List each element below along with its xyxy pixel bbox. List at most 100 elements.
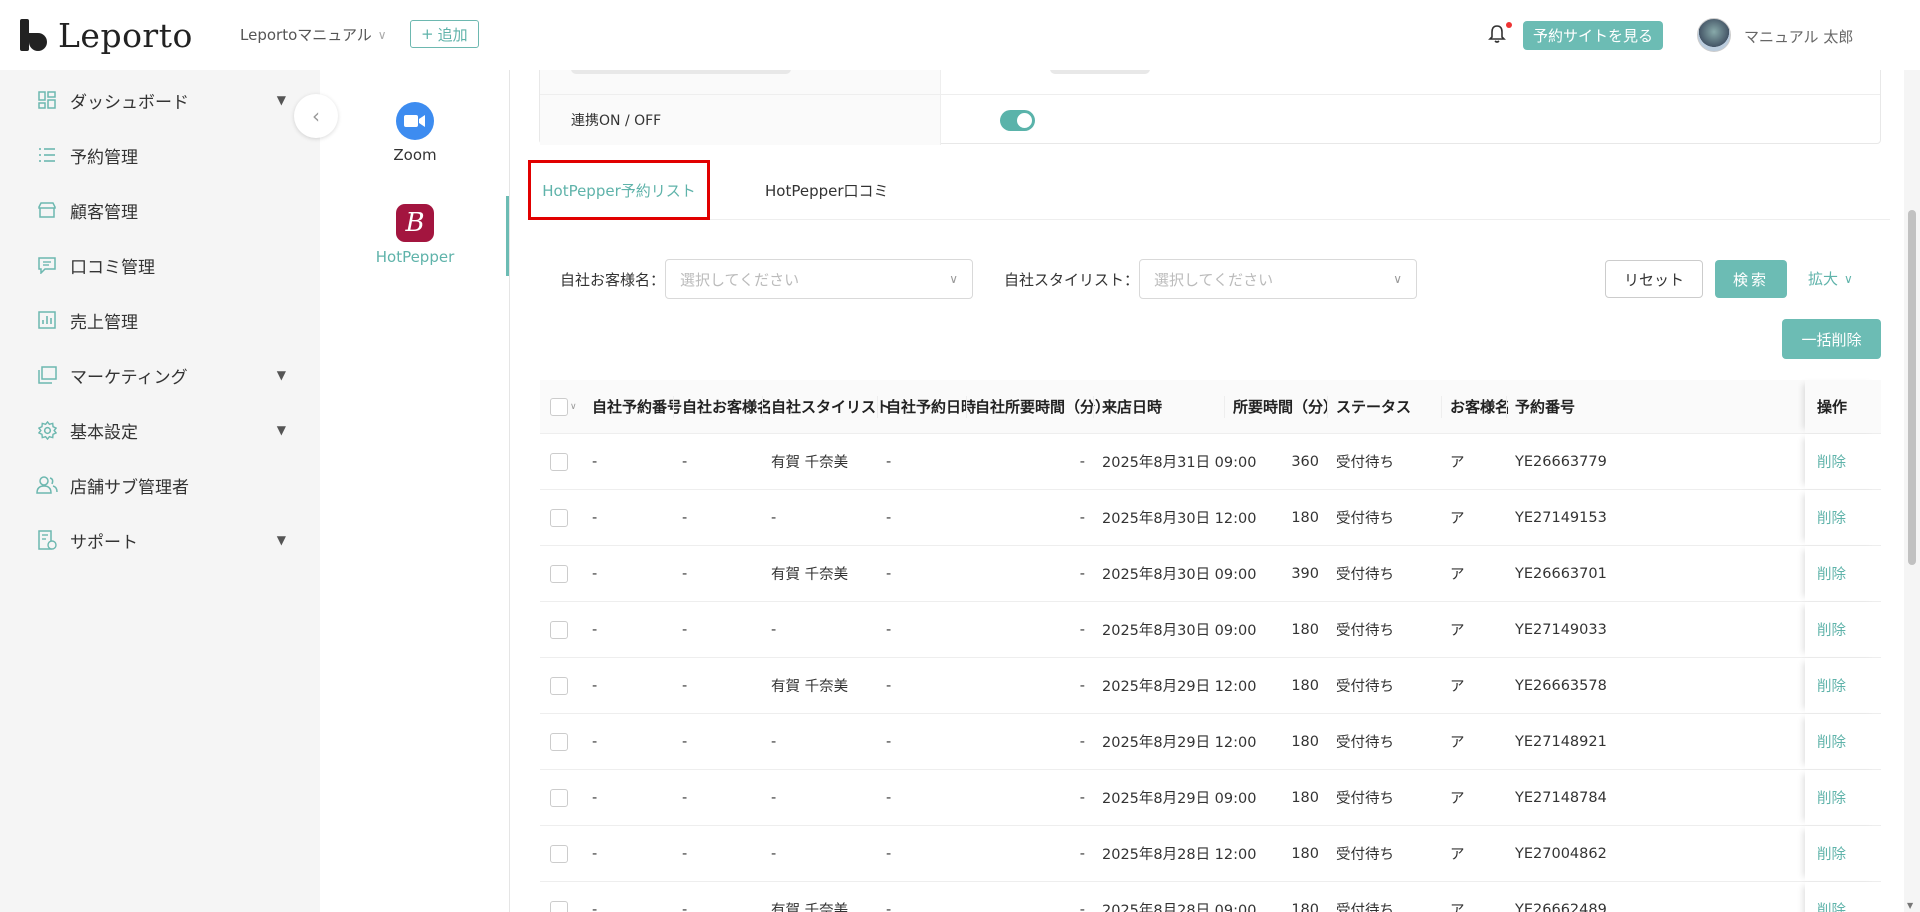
add-button[interactable]: + 追加 xyxy=(410,20,479,48)
status-cell: 受付待ち xyxy=(1336,679,1394,695)
duration-cell: 180 xyxy=(1291,621,1319,638)
table-row: - - - - -2025年8月30日 12:00 180 受付待ちア YE27149153 削… xyxy=(540,490,1881,546)
tab-hotpepper-reservations[interactable]: HotPepper予約リスト xyxy=(528,160,710,220)
own-duration-cell: - xyxy=(1079,621,1085,638)
sidebar-item-marketing[interactable]: マーケティング ▼ xyxy=(36,360,286,390)
column-header: ステータス xyxy=(1336,398,1412,416)
own-reservation-datetime-cell: - xyxy=(886,733,892,750)
delete-link[interactable]: 削除 xyxy=(1817,546,1846,601)
chevron-down-icon: ∨ xyxy=(377,27,387,42)
reservation-number-cell: YE27148784 xyxy=(1515,789,1607,806)
delete-link[interactable]: 削除 xyxy=(1817,658,1846,713)
sidebar-item-label: 売上管理 xyxy=(70,312,138,333)
delete-link[interactable]: 削除 xyxy=(1817,826,1846,881)
sidebar-item-sales[interactable]: 売上管理 xyxy=(36,305,286,335)
scroll-thumb[interactable] xyxy=(1908,210,1916,565)
reservation-number-cell: YE27149033 xyxy=(1515,621,1607,638)
chevron-down-icon: ▼ xyxy=(276,93,286,107)
user-name[interactable]: マニュアル 太郎 xyxy=(1744,26,1853,47)
row-checkbox[interactable] xyxy=(550,546,568,601)
row-checkbox[interactable] xyxy=(550,826,568,881)
own-customer-name-cell: - xyxy=(682,621,688,638)
sidebar-item-sub-admins[interactable]: 店舗サブ管理者 xyxy=(36,470,286,500)
sidebar-item-label: 口コミ管理 xyxy=(70,257,155,278)
reservation-number-cell: YE26663701 xyxy=(1515,565,1607,582)
scroll-down-icon[interactable]: ▼ xyxy=(1907,901,1913,910)
row-checkbox[interactable] xyxy=(550,434,568,489)
delete-link[interactable]: 削除 xyxy=(1817,602,1846,657)
view-booking-site-button[interactable]: 予約サイトを見る xyxy=(1523,21,1664,50)
app-logo[interactable]: Leporto xyxy=(20,16,193,55)
column-header: 所要時間（分） xyxy=(1233,398,1339,416)
sidebar-item-reservations[interactable]: 予約管理 xyxy=(36,140,286,170)
sidebar-item-reviews[interactable]: 口コミ管理 xyxy=(36,250,286,280)
copy-icon xyxy=(36,364,58,386)
users-icon xyxy=(36,474,58,496)
integration-label: HotPepper xyxy=(375,248,455,266)
bell-icon[interactable] xyxy=(1488,24,1506,44)
status-cell: 受付待ち xyxy=(1336,511,1394,527)
row-checkbox[interactable] xyxy=(550,770,568,825)
own-duration-cell: - xyxy=(1079,789,1085,806)
duration-cell: 180 xyxy=(1291,733,1319,750)
operation-cell: 削除 xyxy=(1805,434,1881,489)
delete-link[interactable]: 削除 xyxy=(1817,714,1846,769)
reset-button[interactable]: リセット xyxy=(1605,260,1703,298)
collapse-sidebar-button[interactable]: ‹ xyxy=(294,94,338,138)
sidebar-item-dashboard[interactable]: ダッシュボード ▼ xyxy=(36,85,286,115)
store-selector[interactable]: Leportoマニュアル ∨ xyxy=(240,24,387,45)
active-indicator xyxy=(506,196,509,276)
expand-button[interactable]: 拡大 ∨ xyxy=(1808,268,1853,289)
stylist-select[interactable]: 選択してください ∨ xyxy=(1139,259,1417,299)
bulk-delete-button[interactable]: 一括削除 xyxy=(1782,319,1881,359)
row-checkbox[interactable] xyxy=(550,602,568,657)
row-checkbox[interactable] xyxy=(550,714,568,769)
tab-hotpepper-reviews[interactable]: HotPepper口コミ xyxy=(765,160,889,220)
operation-cell: 削除 xyxy=(1805,546,1881,601)
own-duration-cell: - xyxy=(1079,901,1085,912)
own-reservation-number-cell: - xyxy=(592,733,598,750)
own-customer-name-cell: - xyxy=(682,453,688,470)
status-cell: 受付待ち xyxy=(1336,847,1394,863)
integration-zoom[interactable]: Zoom xyxy=(320,102,510,164)
select-all-checkbox[interactable]: ∨ xyxy=(550,380,577,433)
sidebar-item-settings[interactable]: 基本設定 ▼ xyxy=(36,415,286,445)
duration-cell: 180 xyxy=(1291,845,1319,862)
own-duration-cell: - xyxy=(1079,845,1085,862)
reservation-number-cell: YE27149153 xyxy=(1515,509,1607,526)
duration-cell: 180 xyxy=(1291,677,1319,694)
table-body: - - 有賀 千奈美 - -2025年8月31日 09:00 360 受付待ちア YE2666… xyxy=(540,434,1881,912)
sidebar-item-customers[interactable]: 顧客管理 xyxy=(36,195,286,225)
delete-link[interactable]: 削除 xyxy=(1817,490,1846,545)
operation-column-header: 操作 xyxy=(1805,380,1881,433)
operation-cell: 削除 xyxy=(1805,714,1881,769)
row-checkbox[interactable] xyxy=(550,490,568,545)
own-reservation-datetime-cell: - xyxy=(886,621,892,638)
integration-hotpepper[interactable]: B HotPepper xyxy=(320,204,510,266)
integration-toggle[interactable] xyxy=(1000,110,1035,131)
page-scrollbar[interactable]: ▲ ▼ xyxy=(1904,0,1920,912)
gear-icon xyxy=(36,419,58,441)
row-checkbox[interactable] xyxy=(550,882,568,912)
customer-select[interactable]: 選択してください ∨ xyxy=(665,259,973,299)
chevron-down-icon: ∨ xyxy=(949,272,958,286)
logo-mark-icon xyxy=(20,18,50,53)
delete-link[interactable]: 削除 xyxy=(1817,882,1846,912)
own-reservation-number-cell: - xyxy=(592,789,598,806)
operation-cell: 削除 xyxy=(1805,882,1881,912)
own-reservation-datetime-cell: - xyxy=(886,565,892,582)
row-checkbox[interactable] xyxy=(550,658,568,713)
own-duration-cell: - xyxy=(1079,509,1085,526)
status-cell: 受付待ち xyxy=(1336,903,1394,912)
avatar[interactable] xyxy=(1697,18,1731,52)
sidebar-item-support[interactable]: サポート ▼ xyxy=(36,525,286,555)
search-button[interactable]: 検索 xyxy=(1715,260,1787,298)
duration-cell: 360 xyxy=(1291,453,1319,470)
operation-cell: 削除 xyxy=(1805,770,1881,825)
delete-link[interactable]: 削除 xyxy=(1817,770,1846,825)
chevron-down-icon: ▼ xyxy=(276,533,286,547)
own-reservation-number-cell: - xyxy=(592,677,598,694)
delete-link[interactable]: 削除 xyxy=(1817,434,1846,489)
store-icon xyxy=(36,199,58,221)
column-header: 操作 xyxy=(1817,398,1848,416)
